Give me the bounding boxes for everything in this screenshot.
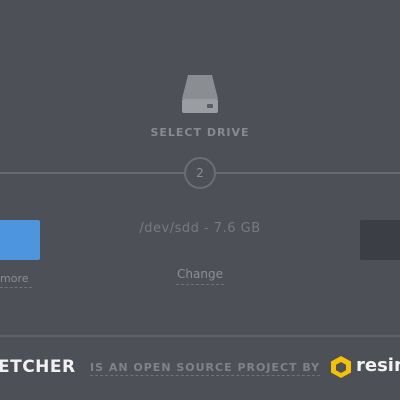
steps-divider-left [0, 172, 185, 174]
step-number-badge: 2 [184, 157, 216, 189]
show-more-link[interactable]: more [0, 272, 32, 288]
selected-drive-label: /dev/sdd - 7.6 GB [139, 221, 261, 236]
change-drive-link[interactable]: Change [176, 267, 224, 285]
resin-cube-icon[interactable] [330, 355, 352, 379]
open-source-tagline[interactable]: IS AN OPEN SOURCE PROJECT BY [90, 361, 321, 376]
resin-company-link[interactable]: resin.i [356, 355, 400, 376]
steps-divider-right [215, 172, 400, 174]
etcher-brand: ETCHER [0, 357, 76, 377]
hard-drive-icon [182, 75, 218, 113]
flash-button[interactable] [360, 220, 400, 260]
footer-divider [0, 335, 400, 337]
select-drive-title: SELECT DRIVE [150, 126, 250, 139]
select-image-button[interactable] [0, 220, 40, 260]
